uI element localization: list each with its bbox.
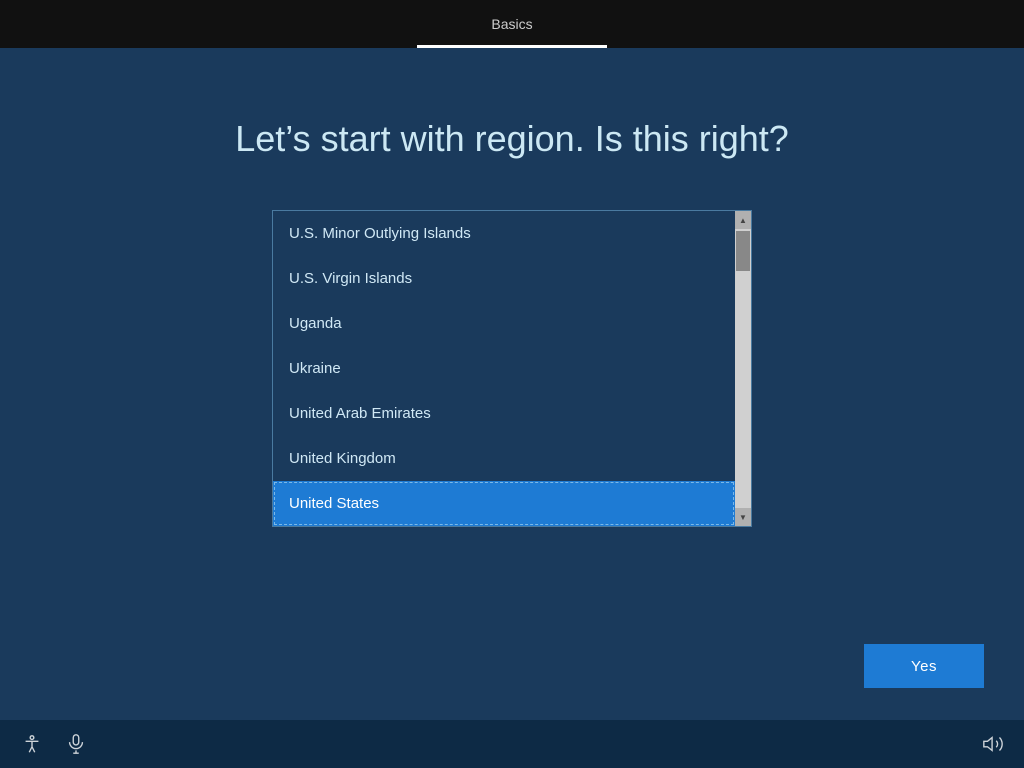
region-list: U.S. Minor Outlying IslandsU.S. Virgin I… [273,211,735,526]
accessibility-icon[interactable] [20,732,44,756]
list-item-us-minor[interactable]: U.S. Minor Outlying Islands [273,211,735,256]
region-list-wrapper: U.S. Minor Outlying IslandsU.S. Virgin I… [272,210,752,527]
page-title: Let’s start with region. Is this right? [235,118,789,160]
scrollbar-thumb[interactable] [736,231,750,271]
list-item-uae[interactable]: United Arab Emirates [273,391,735,436]
mic-icon[interactable] [64,732,88,756]
scrollbar-down-button[interactable]: ▼ [735,508,751,526]
list-item-us[interactable]: United States [273,481,735,526]
list-item-uganda[interactable]: Uganda [273,301,735,346]
top-bar-underline [417,45,607,48]
bottom-left-icons [20,732,88,756]
bottom-taskbar [0,720,1024,768]
sound-icon[interactable] [982,733,1004,755]
scrollbar-track[interactable]: ▲ ▼ [735,211,751,526]
list-item-uk[interactable]: United Kingdom [273,436,735,481]
list-item-ukraine[interactable]: Ukraine [273,346,735,391]
top-bar-title: Basics [491,16,532,32]
main-content: Let’s start with region. Is this right? … [0,48,1024,527]
top-bar: Basics [0,0,1024,48]
list-item-us-virgin[interactable]: U.S. Virgin Islands [273,256,735,301]
scrollbar-up-button[interactable]: ▲ [735,211,751,229]
yes-button[interactable]: Yes [864,644,984,688]
